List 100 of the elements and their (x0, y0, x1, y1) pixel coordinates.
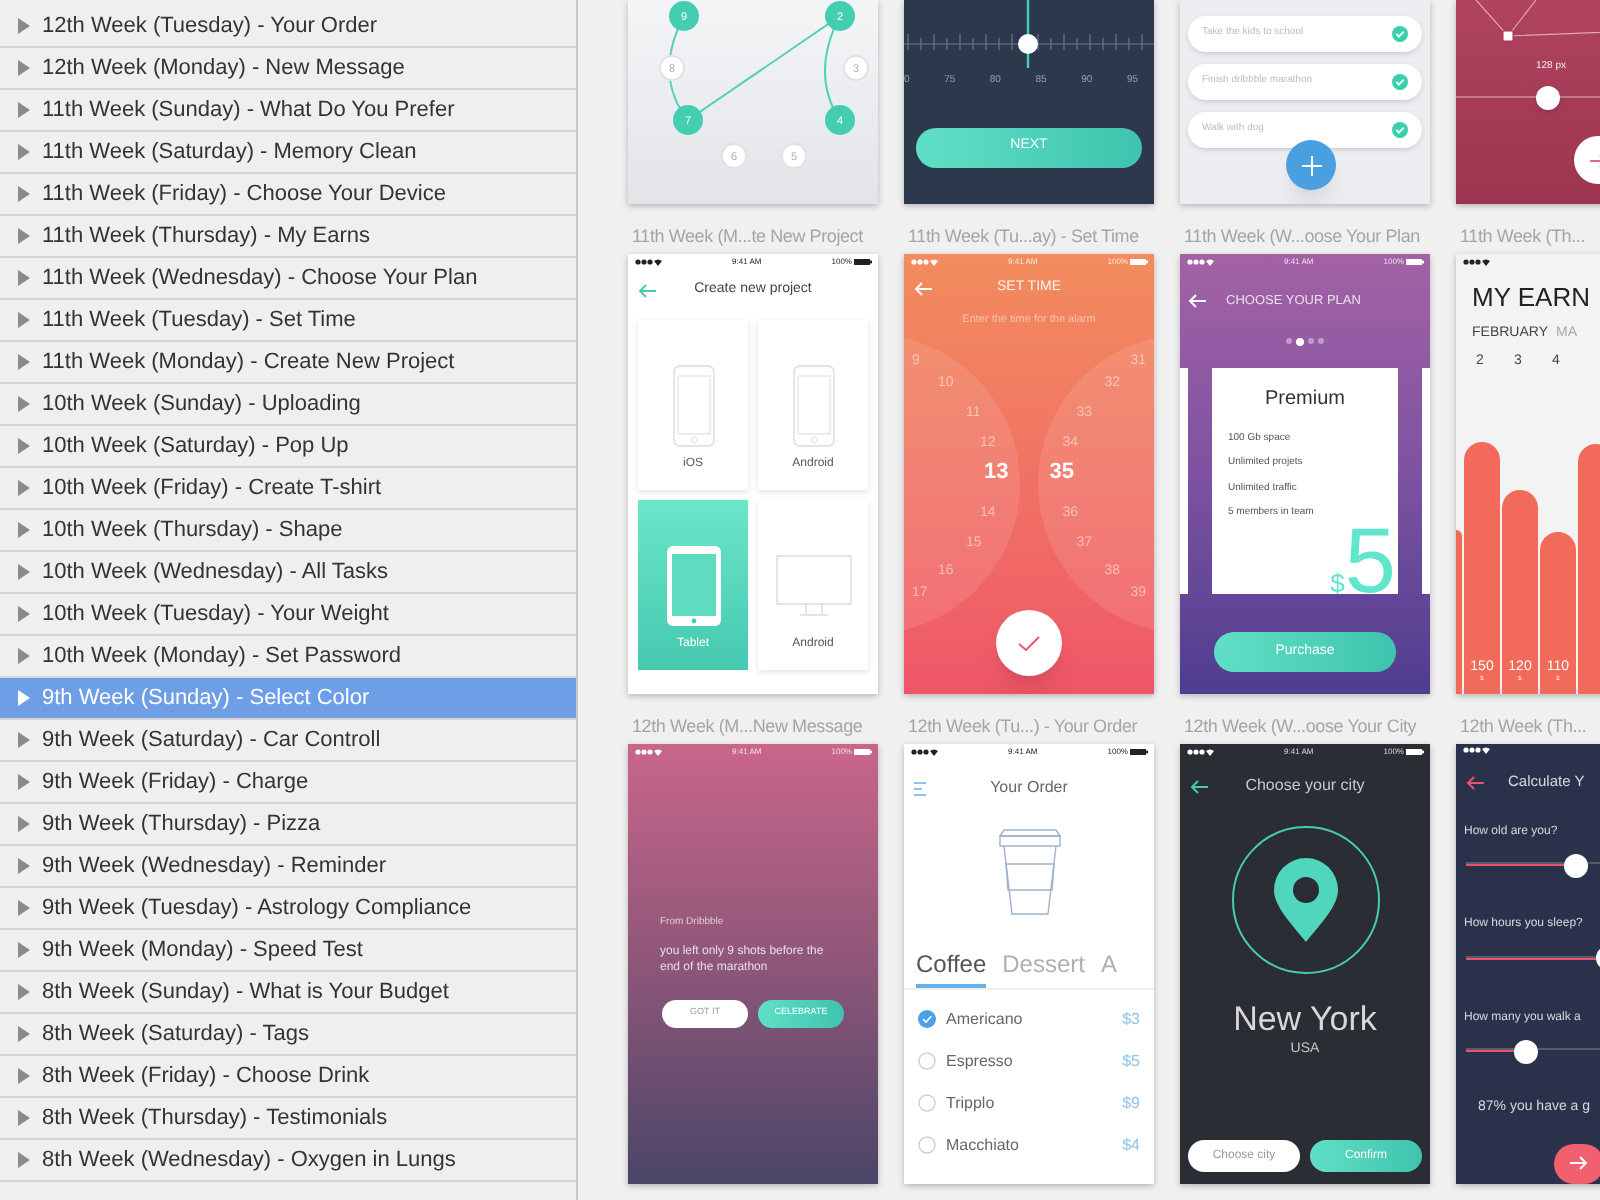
radio-button[interactable] (918, 1136, 936, 1154)
category-tab[interactable]: A (1100, 948, 1117, 988)
artboard-row[interactable]: 11th Week (Thursday) - My Earns (0, 216, 576, 258)
artboard-row[interactable]: 8th Week (Friday) - Choose Drink (0, 1056, 576, 1098)
item-price: $4 (1122, 1133, 1140, 1157)
artboard-row[interactable]: 9th Week (Wednesday) - Reminder (0, 846, 576, 888)
signal-icon (910, 258, 938, 266)
wheel-number[interactable]: 35 (1049, 462, 1074, 484)
checkmark-icon (1018, 635, 1040, 651)
disclosure-triangle-icon[interactable] (18, 354, 30, 370)
artboard-title: 12th Week (W...oose Your City (1184, 714, 1417, 738)
back-arrow-icon[interactable] (1188, 294, 1206, 309)
artboard-row[interactable]: 8th Week (Wednesday) - Oxygen in Lungs (0, 1140, 576, 1182)
artboard-name: 8th Week (Wednesday) - Oxygen in Lungs (42, 1145, 456, 1176)
artboard-name: 10th Week (Friday) - Create T-shirt (42, 473, 382, 504)
confirm-button[interactable] (996, 610, 1062, 676)
slider-thumb[interactable] (1513, 1039, 1538, 1064)
artboard-name: 9th Week (Thursday) - Pizza (42, 809, 321, 840)
disclosure-triangle-icon[interactable] (18, 186, 30, 202)
artboard-row[interactable]: 10th Week (Tuesday) - Your Weight (0, 594, 576, 636)
artboard-name: 12th Week (Monday) - New Message (42, 53, 405, 84)
disclosure-triangle-icon[interactable] (18, 942, 30, 958)
artboard-row[interactable]: 10th Week (Wednesday) - All Tasks (0, 552, 576, 594)
battery-icon (1405, 748, 1424, 756)
checkmark-icon[interactable] (1392, 26, 1408, 42)
battery-icon (1129, 258, 1148, 266)
back-arrow-icon[interactable] (1190, 779, 1208, 793)
disclosure-triangle-icon[interactable] (18, 438, 30, 454)
disclosure-triangle-icon[interactable] (18, 984, 30, 1000)
category-tab[interactable]: Coffee (916, 948, 987, 988)
map-pin-icon (1273, 858, 1337, 942)
disclosure-triangle-icon[interactable] (18, 270, 30, 286)
disclosure-triangle-icon[interactable] (18, 522, 30, 538)
back-arrow-icon[interactable] (1466, 775, 1484, 790)
arrow-right-icon (1570, 1156, 1588, 1171)
disclosure-triangle-icon[interactable] (18, 1026, 30, 1042)
disclosure-triangle-icon[interactable] (18, 900, 30, 916)
artboard-row[interactable]: 10th Week (Sunday) - Uploading (0, 384, 576, 426)
artboard-row[interactable]: 11th Week (Monday) - Create New Project (0, 342, 576, 384)
artboard-row[interactable]: 8th Week (Thursday) - Testimonials (0, 1098, 576, 1140)
disclosure-triangle-icon[interactable] (18, 228, 30, 244)
disclosure-triangle-icon[interactable] (18, 480, 30, 496)
artboard-name: 10th Week (Monday) - Set Password (42, 641, 402, 672)
disclosure-triangle-icon[interactable] (18, 102, 30, 118)
signal-icon (1186, 258, 1214, 266)
disclosure-triangle-icon[interactable] (18, 606, 30, 622)
disclosure-triangle-icon[interactable] (18, 1068, 30, 1084)
ruler-drawing[interactable] (904, 0, 1154, 68)
radio-button[interactable] (918, 1052, 936, 1070)
plan-name: Premium (1262, 385, 1347, 414)
artboard-row[interactable]: 10th Week (Saturday) - Pop Up (0, 426, 576, 468)
checkmark-icon[interactable] (1392, 122, 1408, 138)
artboard-row[interactable]: 12th Week (Tuesday) - Your Order (0, 6, 576, 48)
artboard-row[interactable]: 11th Week (Sunday) - What Do You Prefer (0, 90, 576, 132)
disclosure-triangle-icon[interactable] (18, 60, 30, 76)
radio-button[interactable] (918, 1094, 936, 1112)
disclosure-triangle-icon[interactable] (18, 690, 30, 706)
artboard-row[interactable]: 11th Week (Wednesday) - Choose Your Plan (0, 258, 576, 300)
disclosure-triangle-icon[interactable] (18, 1152, 30, 1168)
artboard-row[interactable]: 10th Week (Friday) - Create T-shirt (0, 468, 576, 510)
next-button[interactable] (1554, 1143, 1600, 1184)
disclosure-triangle-icon[interactable] (18, 858, 30, 874)
artboard-title: 12th Week (Th... (1460, 714, 1587, 738)
artboard-row[interactable]: 9th Week (Sunday) - Select Color (0, 678, 576, 720)
disclosure-triangle-icon[interactable] (18, 816, 30, 832)
slider-thumb[interactable] (1564, 853, 1589, 878)
artboard-row[interactable]: 9th Week (Monday) - Speed Test (0, 930, 576, 972)
artboard-name: 11th Week (Wednesday) - Choose Your Plan (42, 263, 478, 294)
artboard-row[interactable]: 11th Week (Tuesday) - Set Time (0, 300, 576, 342)
radio-button[interactable] (918, 1010, 936, 1028)
artboard-row[interactable]: 9th Week (Tuesday) - Astrology Compliance (0, 888, 576, 930)
artboard-row[interactable]: 8th Week (Saturday) - Tags (0, 1014, 576, 1056)
disclosure-triangle-icon[interactable] (18, 18, 30, 34)
slider-thumb[interactable] (1536, 85, 1561, 109)
artboard-title: 11th Week (Th... (1460, 224, 1585, 248)
artboard-row[interactable]: 10th Week (Thursday) - Shape (0, 510, 576, 552)
artboard-row[interactable]: 12th Week (Monday) - New Message (0, 48, 576, 90)
artboard-row[interactable]: 9th Week (Thursday) - Pizza (0, 804, 576, 846)
artboard-row[interactable]: 9th Week (Saturday) - Car Controll (0, 720, 576, 762)
disclosure-triangle-icon[interactable] (18, 396, 30, 412)
disclosure-triangle-icon[interactable] (18, 312, 30, 328)
artboard-row[interactable]: 11th Week (Friday) - Choose Your Device (0, 174, 576, 216)
menu-icon[interactable] (914, 781, 926, 795)
signal-icon (1186, 748, 1214, 756)
screen-title: Choose your city (1243, 774, 1367, 798)
wheel-number[interactable]: 13 (984, 462, 1009, 484)
disclosure-triangle-icon[interactable] (18, 732, 30, 748)
artboard-row[interactable]: 9th Week (Friday) - Charge (0, 762, 576, 804)
disclosure-triangle-icon[interactable] (18, 144, 30, 160)
add-button[interactable] (1286, 140, 1336, 190)
artboard-row[interactable]: 8th Week (Sunday) - What is Your Budget (0, 972, 576, 1014)
disclosure-triangle-icon[interactable] (18, 564, 30, 580)
checkmark-icon[interactable] (1392, 74, 1408, 90)
artboard-name: 10th Week (Sunday) - Uploading (42, 389, 361, 420)
category-tab[interactable]: Dessert (1002, 948, 1085, 988)
disclosure-triangle-icon[interactable] (18, 1110, 30, 1126)
disclosure-triangle-icon[interactable] (18, 648, 30, 664)
artboard-row[interactable]: 11th Week (Saturday) - Memory Clean (0, 132, 576, 174)
artboard-name: 8th Week (Sunday) - What is Your Budget (42, 977, 449, 1008)
disclosure-triangle-icon[interactable] (18, 774, 30, 790)
